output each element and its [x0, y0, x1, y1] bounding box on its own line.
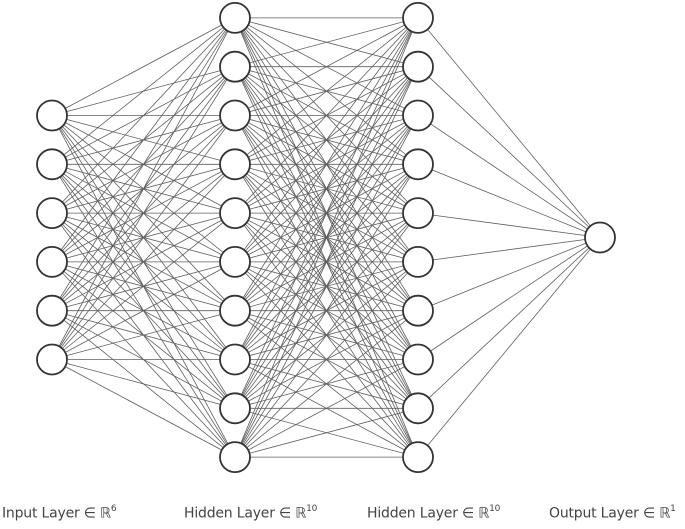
node-hidden-2-2	[402, 50, 434, 83]
layer-label-input: Input Layer ∈ ℝ6	[2, 504, 117, 522]
node-input-3	[36, 197, 68, 230]
layer-label-hidden-1: Hidden Layer ∈ ℝ10	[184, 504, 318, 522]
node-hidden-2-9	[402, 392, 434, 425]
edge-l0n5-l1n9	[51, 359, 236, 458]
edge-l2n1-l3n0	[417, 66, 601, 238]
node-hidden-1-10	[219, 441, 251, 474]
edge-l0n5-l1n8	[51, 359, 236, 409]
node-input-5	[36, 294, 68, 327]
node-hidden-2-1	[402, 1, 434, 34]
node-input-2	[36, 148, 68, 181]
edge-l2n7-l3n0	[417, 237, 601, 360]
edge-l0n3-l1n0	[51, 17, 236, 263]
edges	[51, 17, 601, 458]
layer-label-output: Output Layer ∈ ℝ1	[549, 504, 676, 522]
edge-l2n6-l3n0	[417, 237, 601, 312]
edge-l2n8-l3n0	[417, 237, 601, 409]
node-hidden-2-10	[402, 441, 434, 474]
node-hidden-2-8	[402, 343, 434, 376]
edge-l2n5-l3n0	[417, 237, 601, 263]
node-hidden-2-7	[402, 294, 434, 327]
node-hidden-1-8	[219, 343, 251, 376]
node-input-4	[36, 245, 68, 278]
edge-l0n0-l1n0	[51, 17, 236, 116]
edge-l2n3-l3n0	[417, 163, 601, 238]
node-hidden-1-2	[219, 50, 251, 83]
node-hidden-2-6	[402, 245, 434, 278]
node-output-1	[584, 221, 616, 254]
node-hidden-1-4	[219, 148, 251, 181]
edge-l2n4-l3n0	[417, 212, 601, 238]
edge-l0n1-l1n0	[51, 17, 236, 165]
layer-label-hidden-2: Hidden Layer ∈ ℝ10	[367, 504, 501, 522]
node-input-1	[36, 99, 68, 132]
edge-l0n5-l1n0	[51, 17, 236, 360]
edge-l2n2-l3n0	[417, 115, 601, 238]
node-hidden-2-4	[402, 148, 434, 181]
node-hidden-1-9	[219, 392, 251, 425]
node-input-6	[36, 343, 68, 376]
network-diagram	[36, 1, 616, 474]
node-hidden-1-7	[219, 294, 251, 327]
node-hidden-1-3	[219, 99, 251, 132]
edge-l2n0-l3n0	[417, 17, 601, 238]
node-hidden-1-6	[219, 245, 251, 278]
node-hidden-2-3	[402, 99, 434, 132]
node-hidden-1-1	[219, 1, 251, 34]
node-hidden-2-5	[402, 197, 434, 230]
edge-l2n9-l3n0	[417, 237, 601, 458]
node-hidden-1-5	[219, 197, 251, 230]
